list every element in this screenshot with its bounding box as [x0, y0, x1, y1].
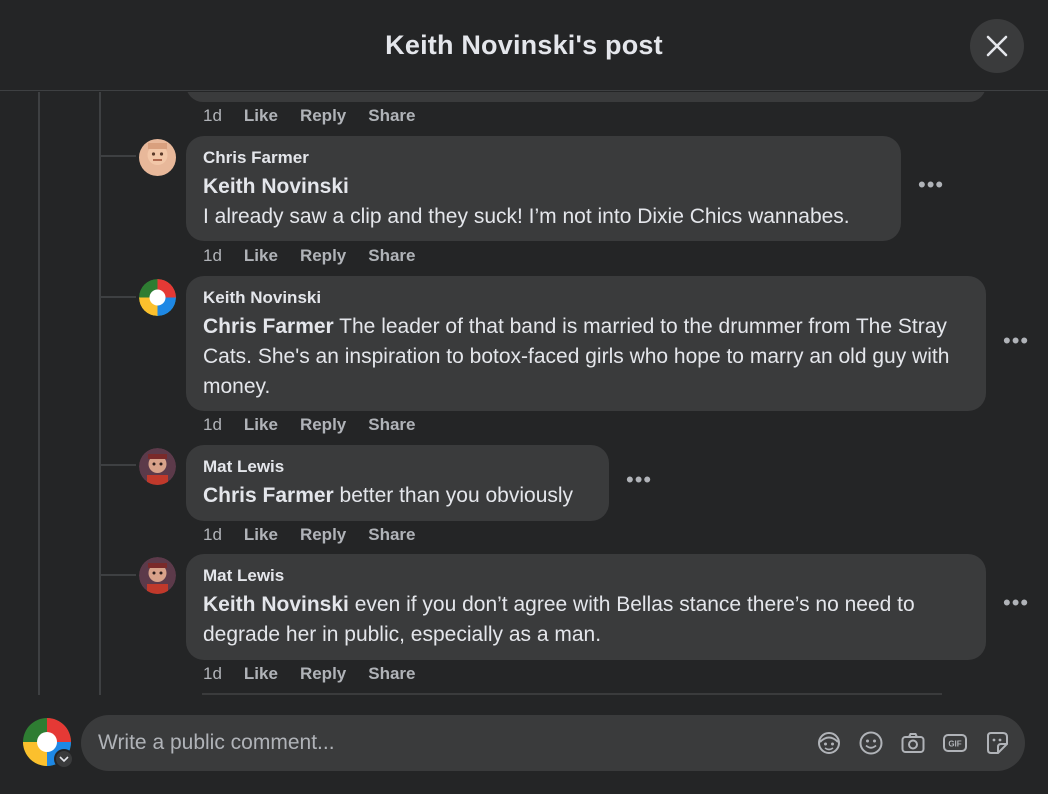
- mention[interactable]: Chris Farmer: [203, 484, 334, 507]
- comment-text: Chris Farmer better than you obviously: [203, 481, 592, 511]
- gif-button[interactable]: GIF: [941, 729, 969, 757]
- comment-author[interactable]: Chris Farmer: [203, 148, 884, 168]
- comment-body: better than you obviously: [333, 484, 574, 507]
- emoji-button[interactable]: [857, 729, 885, 757]
- comment-actions: 1d Like Reply Share: [203, 664, 438, 684]
- camera-icon: [901, 733, 925, 753]
- more-icon: •••: [626, 467, 653, 492]
- more-options-button[interactable]: •••: [918, 172, 944, 198]
- comment-body: I already saw a clip and they suck! I’m …: [203, 205, 850, 228]
- mention[interactable]: Chris Farmer: [203, 315, 334, 338]
- profile-switch-button[interactable]: [54, 749, 74, 769]
- comment-author[interactable]: Mat Lewis: [203, 566, 969, 586]
- avatar-sticker-icon: [818, 732, 840, 754]
- share-button[interactable]: Share: [368, 415, 415, 435]
- camera-button[interactable]: [899, 729, 927, 757]
- comment-author[interactable]: Mat Lewis: [203, 457, 592, 477]
- comment-actions: 1d Like Reply Share: [203, 106, 438, 126]
- comment-input[interactable]: [98, 731, 798, 755]
- reply-button[interactable]: Reply: [300, 246, 346, 266]
- comment-bubble: Chris Farmer Keith Novinski I already sa…: [186, 136, 901, 241]
- comment-bubble: Keith Novinski Chris Farmer The leader o…: [186, 276, 986, 411]
- more-options-button[interactable]: •••: [626, 467, 652, 493]
- more-options-button[interactable]: •••: [1003, 590, 1029, 616]
- close-icon: [986, 35, 1008, 57]
- avatar[interactable]: [139, 448, 176, 485]
- avatar[interactable]: [139, 557, 176, 594]
- share-button[interactable]: Share: [368, 664, 415, 684]
- sticker-icon: [987, 732, 1008, 754]
- previous-comment-bubble: [186, 92, 986, 102]
- comment-time[interactable]: 1d: [203, 106, 222, 126]
- comment-text: Chris Farmer The leader of that band is …: [203, 312, 969, 402]
- like-button[interactable]: Like: [244, 246, 278, 266]
- reply-connector: [100, 296, 136, 298]
- reply-connector: [100, 155, 136, 157]
- emoji-icon: [859, 731, 883, 755]
- comment-text: Keith Novinski even if you don’t agree w…: [203, 590, 969, 650]
- close-button[interactable]: [970, 19, 1024, 73]
- reply-connector: [100, 574, 136, 576]
- comment-time[interactable]: 1d: [203, 664, 222, 684]
- composer-tools: GIF: [815, 729, 1011, 757]
- more-options-button[interactable]: •••: [1003, 328, 1029, 354]
- reply-button[interactable]: Reply: [300, 415, 346, 435]
- mention[interactable]: Keith Novinski: [203, 593, 349, 616]
- chevron-down-icon: [59, 755, 69, 762]
- comment-thread[interactable]: 1d Like Reply Share Chris Farmer Keith N…: [0, 92, 1048, 695]
- share-button[interactable]: Share: [368, 246, 415, 266]
- avatar-mat-lewis: [139, 557, 176, 594]
- comment-bubble: Mat Lewis Keith Novinski even if you don…: [186, 554, 986, 660]
- comment-author[interactable]: Keith Novinski: [203, 288, 969, 308]
- share-button[interactable]: Share: [368, 525, 415, 545]
- reply-button[interactable]: Reply: [300, 664, 346, 684]
- avatar-mat-lewis: [139, 448, 176, 485]
- like-button[interactable]: Like: [244, 415, 278, 435]
- comment-time[interactable]: 1d: [203, 415, 222, 435]
- mention[interactable]: Keith Novinski: [203, 175, 349, 198]
- avatar-chris-farmer: [139, 139, 176, 176]
- like-button[interactable]: Like: [244, 525, 278, 545]
- avatar-sticker-button[interactable]: [815, 729, 843, 757]
- comment-bubble: Mat Lewis Chris Farmer better than you o…: [186, 445, 609, 521]
- reply-button[interactable]: Reply: [300, 106, 346, 126]
- gif-icon: GIF: [943, 734, 967, 752]
- comment-actions: 1d Like Reply Share: [203, 415, 438, 435]
- thread-line: [38, 92, 40, 695]
- share-button[interactable]: Share: [368, 106, 415, 126]
- avatar[interactable]: [139, 279, 176, 316]
- sticker-button[interactable]: [983, 729, 1011, 757]
- comment-time[interactable]: 1d: [203, 525, 222, 545]
- comment-input-box[interactable]: GIF: [81, 715, 1025, 771]
- avatar-keith-novinski: [139, 279, 176, 316]
- reply-thread-line: [99, 92, 101, 695]
- comment-actions: 1d Like Reply Share: [203, 246, 438, 266]
- comment-text: Keith Novinski: [203, 172, 884, 202]
- comment-time[interactable]: 1d: [203, 246, 222, 266]
- more-icon: •••: [1003, 590, 1030, 615]
- like-button[interactable]: Like: [244, 664, 278, 684]
- comment-composer: GIF: [0, 695, 1048, 794]
- dialog-title: Keith Novinski's post: [385, 29, 663, 60]
- more-icon: •••: [1003, 328, 1030, 353]
- reply-connector: [100, 464, 136, 466]
- reply-button[interactable]: Reply: [300, 525, 346, 545]
- svg-text:GIF: GIF: [948, 740, 961, 749]
- post-dialog-header: Keith Novinski's post: [0, 0, 1048, 91]
- more-icon: •••: [918, 172, 945, 197]
- comment-actions: 1d Like Reply Share: [203, 525, 438, 545]
- avatar[interactable]: [139, 139, 176, 176]
- like-button[interactable]: Like: [244, 106, 278, 126]
